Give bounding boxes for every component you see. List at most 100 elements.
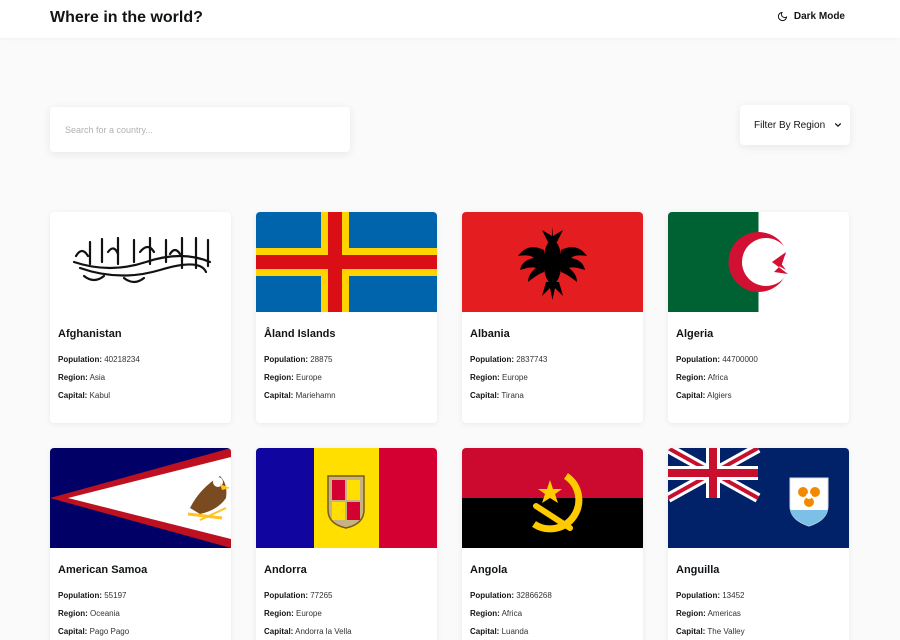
capital-row: Capital: Luanda (470, 623, 635, 640)
country-name: Albania (470, 328, 510, 340)
region-filter-label: Filter By Region (754, 119, 826, 131)
country-grid: Afghanistan Population: 40218234 Region:… (50, 212, 849, 640)
region-label: Region: (58, 609, 88, 618)
region-value: Asia (89, 373, 106, 382)
dark-mode-label: Dark Mode (793, 11, 845, 22)
population-value: 55197 (104, 591, 127, 600)
population-value: 44700000 (722, 355, 758, 364)
country-name: Algeria (676, 328, 714, 340)
country-card-anguilla[interactable]: Anguilla Population: 13452 Region: Ameri… (668, 448, 849, 640)
app-title: Where in the world? (50, 9, 203, 26)
population-value: 77265 (310, 591, 333, 600)
population-row: Population: 32866268 (470, 587, 635, 605)
region-label: Region: (58, 373, 88, 382)
region-row: Region: Oceania (58, 605, 223, 623)
search-input[interactable] (65, 124, 335, 135)
region-value: Europe (502, 373, 528, 382)
region-value: Europe (296, 609, 322, 618)
population-label: Population: (676, 355, 720, 364)
country-name: Anguilla (676, 564, 720, 576)
country-name: American Samoa (58, 564, 148, 576)
population-row: Population: 2837743 (470, 351, 635, 369)
capital-row: Capital: Algiers (676, 387, 841, 405)
country-card-afghanistan[interactable]: Afghanistan Population: 40218234 Region:… (50, 212, 231, 423)
country-card-aland-islands[interactable]: Åland Islands Population: 28875 Region: … (256, 212, 437, 423)
capital-label: Capital: (676, 627, 706, 636)
population-label: Population: (264, 355, 308, 364)
capital-row: Capital: Andorra la Vella (264, 623, 429, 640)
capital-row: Capital: Tirana (470, 387, 635, 405)
flag-afghanistan-image (50, 212, 231, 312)
capital-value: Andorra la Vella (295, 627, 352, 636)
capital-value: Pago Pago (89, 627, 130, 636)
capital-value: Mariehamn (295, 391, 336, 400)
flag-anguilla-image (668, 448, 849, 548)
flag-aland-islands-image (256, 212, 437, 312)
dark-mode-toggle[interactable]: Dark Mode (777, 11, 845, 22)
capital-label: Capital: (264, 627, 294, 636)
population-value: 40218234 (104, 355, 140, 364)
capital-value: Algiers (707, 391, 732, 400)
flag-andorra-image (256, 448, 437, 548)
country-card-angola[interactable]: Angola Population: 32866268 Region: Afri… (462, 448, 643, 640)
population-row: Population: 44700000 (676, 351, 841, 369)
region-value: Americas (707, 609, 741, 618)
country-card-american-samoa[interactable]: American Samoa Population: 55197 Region:… (50, 448, 231, 640)
population-value: 13452 (722, 591, 745, 600)
region-label: Region: (264, 609, 294, 618)
capital-row: Capital: Mariehamn (264, 387, 429, 405)
chevron-down-icon (834, 123, 842, 127)
region-row: Region: Africa (470, 605, 635, 623)
country-card-algeria[interactable]: Algeria Population: 44700000 Region: Afr… (668, 212, 849, 423)
capital-label: Capital: (58, 391, 88, 400)
region-value: Oceania (90, 609, 120, 618)
region-label: Region: (470, 373, 500, 382)
population-row: Population: 13452 (676, 587, 841, 605)
top-header: Where in the world? Dark Mode (0, 0, 900, 38)
population-row: Population: 77265 (264, 587, 429, 605)
region-label: Region: (676, 609, 706, 618)
population-label: Population: (470, 355, 514, 364)
region-row: Region: Europe (264, 605, 429, 623)
region-value: Europe (296, 373, 322, 382)
population-label: Population: (58, 591, 102, 600)
region-row: Region: Africa (676, 369, 841, 387)
capital-row: Capital: Pago Pago (58, 623, 223, 640)
capital-label: Capital: (58, 627, 88, 636)
population-row: Population: 55197 (58, 587, 223, 605)
population-value: 28875 (310, 355, 333, 364)
capital-value: Luanda (501, 627, 529, 636)
capital-label: Capital: (264, 391, 294, 400)
population-label: Population: (470, 591, 514, 600)
country-name: Andorra (264, 564, 307, 576)
population-label: Population: (58, 355, 102, 364)
population-value: 2837743 (516, 355, 548, 364)
region-row: Region: Asia (58, 369, 223, 387)
region-value: Africa (707, 373, 729, 382)
country-name: Afghanistan (58, 328, 122, 340)
flag-albania-image (462, 212, 643, 312)
region-row: Region: Europe (264, 369, 429, 387)
population-row: Population: 28875 (264, 351, 429, 369)
country-card-albania[interactable]: Albania Population: 2837743 Region: Euro… (462, 212, 643, 423)
region-label: Region: (676, 373, 706, 382)
flag-algeria-image (668, 212, 849, 312)
region-label: Region: (264, 373, 294, 382)
search-box[interactable] (50, 107, 350, 152)
capital-label: Capital: (470, 391, 500, 400)
capital-row: Capital: Kabul (58, 387, 223, 405)
country-card-andorra[interactable]: Andorra Population: 77265 Region: Europe… (256, 448, 437, 640)
capital-value: Tirana (501, 391, 524, 400)
capital-value: Kabul (89, 391, 111, 400)
capital-row: Capital: The Valley (676, 623, 841, 640)
moon-icon (777, 11, 788, 22)
capital-value: The Valley (707, 627, 745, 636)
country-name: Åland Islands (264, 328, 336, 340)
population-row: Population: 40218234 (58, 351, 223, 369)
region-value: Africa (501, 609, 523, 618)
region-filter-dropdown[interactable]: Filter By Region (740, 105, 850, 145)
country-name: Angola (470, 564, 508, 576)
region-row: Region: Americas (676, 605, 841, 623)
population-label: Population: (264, 591, 308, 600)
capital-label: Capital: (470, 627, 500, 636)
